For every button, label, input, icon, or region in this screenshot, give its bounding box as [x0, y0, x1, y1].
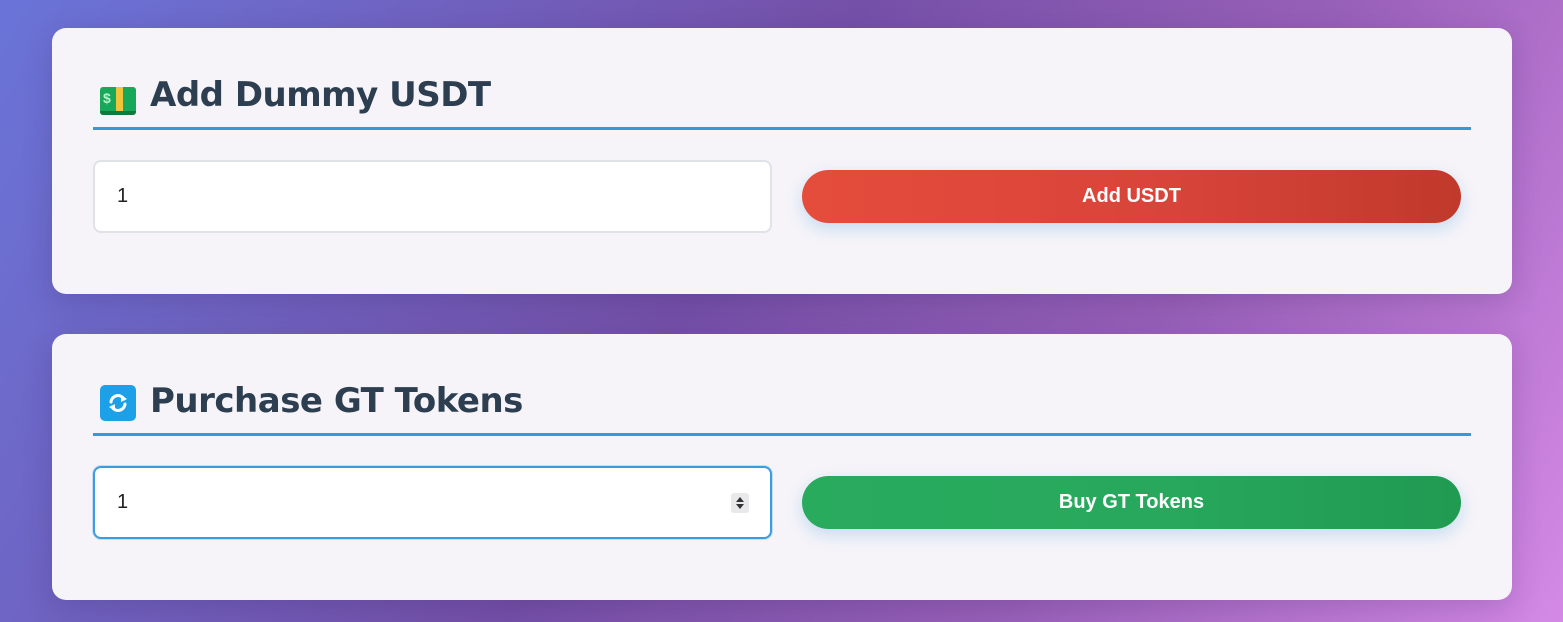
purchase-gt-header: Purchase GT Tokens	[93, 380, 1471, 436]
usdt-amount-input[interactable]: 1	[93, 160, 772, 233]
purchase-gt-card: Purchase GT Tokens 1 Buy GT Tokens	[52, 334, 1512, 600]
number-stepper[interactable]	[731, 493, 749, 513]
add-usdt-button[interactable]: Add USDT	[802, 170, 1461, 223]
add-usdt-card: $ Add Dummy USDT 1 Add USDT	[52, 28, 1512, 294]
buy-gt-tokens-button[interactable]: Buy GT Tokens	[802, 476, 1461, 529]
add-usdt-title: Add Dummy USDT	[150, 75, 491, 115]
refresh-icon	[100, 385, 136, 421]
money-icon: $	[100, 79, 136, 115]
gt-amount-input[interactable]: 1	[93, 466, 772, 539]
add-usdt-header: $ Add Dummy USDT	[93, 74, 1471, 130]
stepper-up-icon[interactable]	[736, 497, 744, 502]
purchase-gt-title: Purchase GT Tokens	[150, 381, 523, 421]
gt-amount-value: 1	[117, 491, 129, 513]
stepper-down-icon[interactable]	[736, 504, 744, 509]
